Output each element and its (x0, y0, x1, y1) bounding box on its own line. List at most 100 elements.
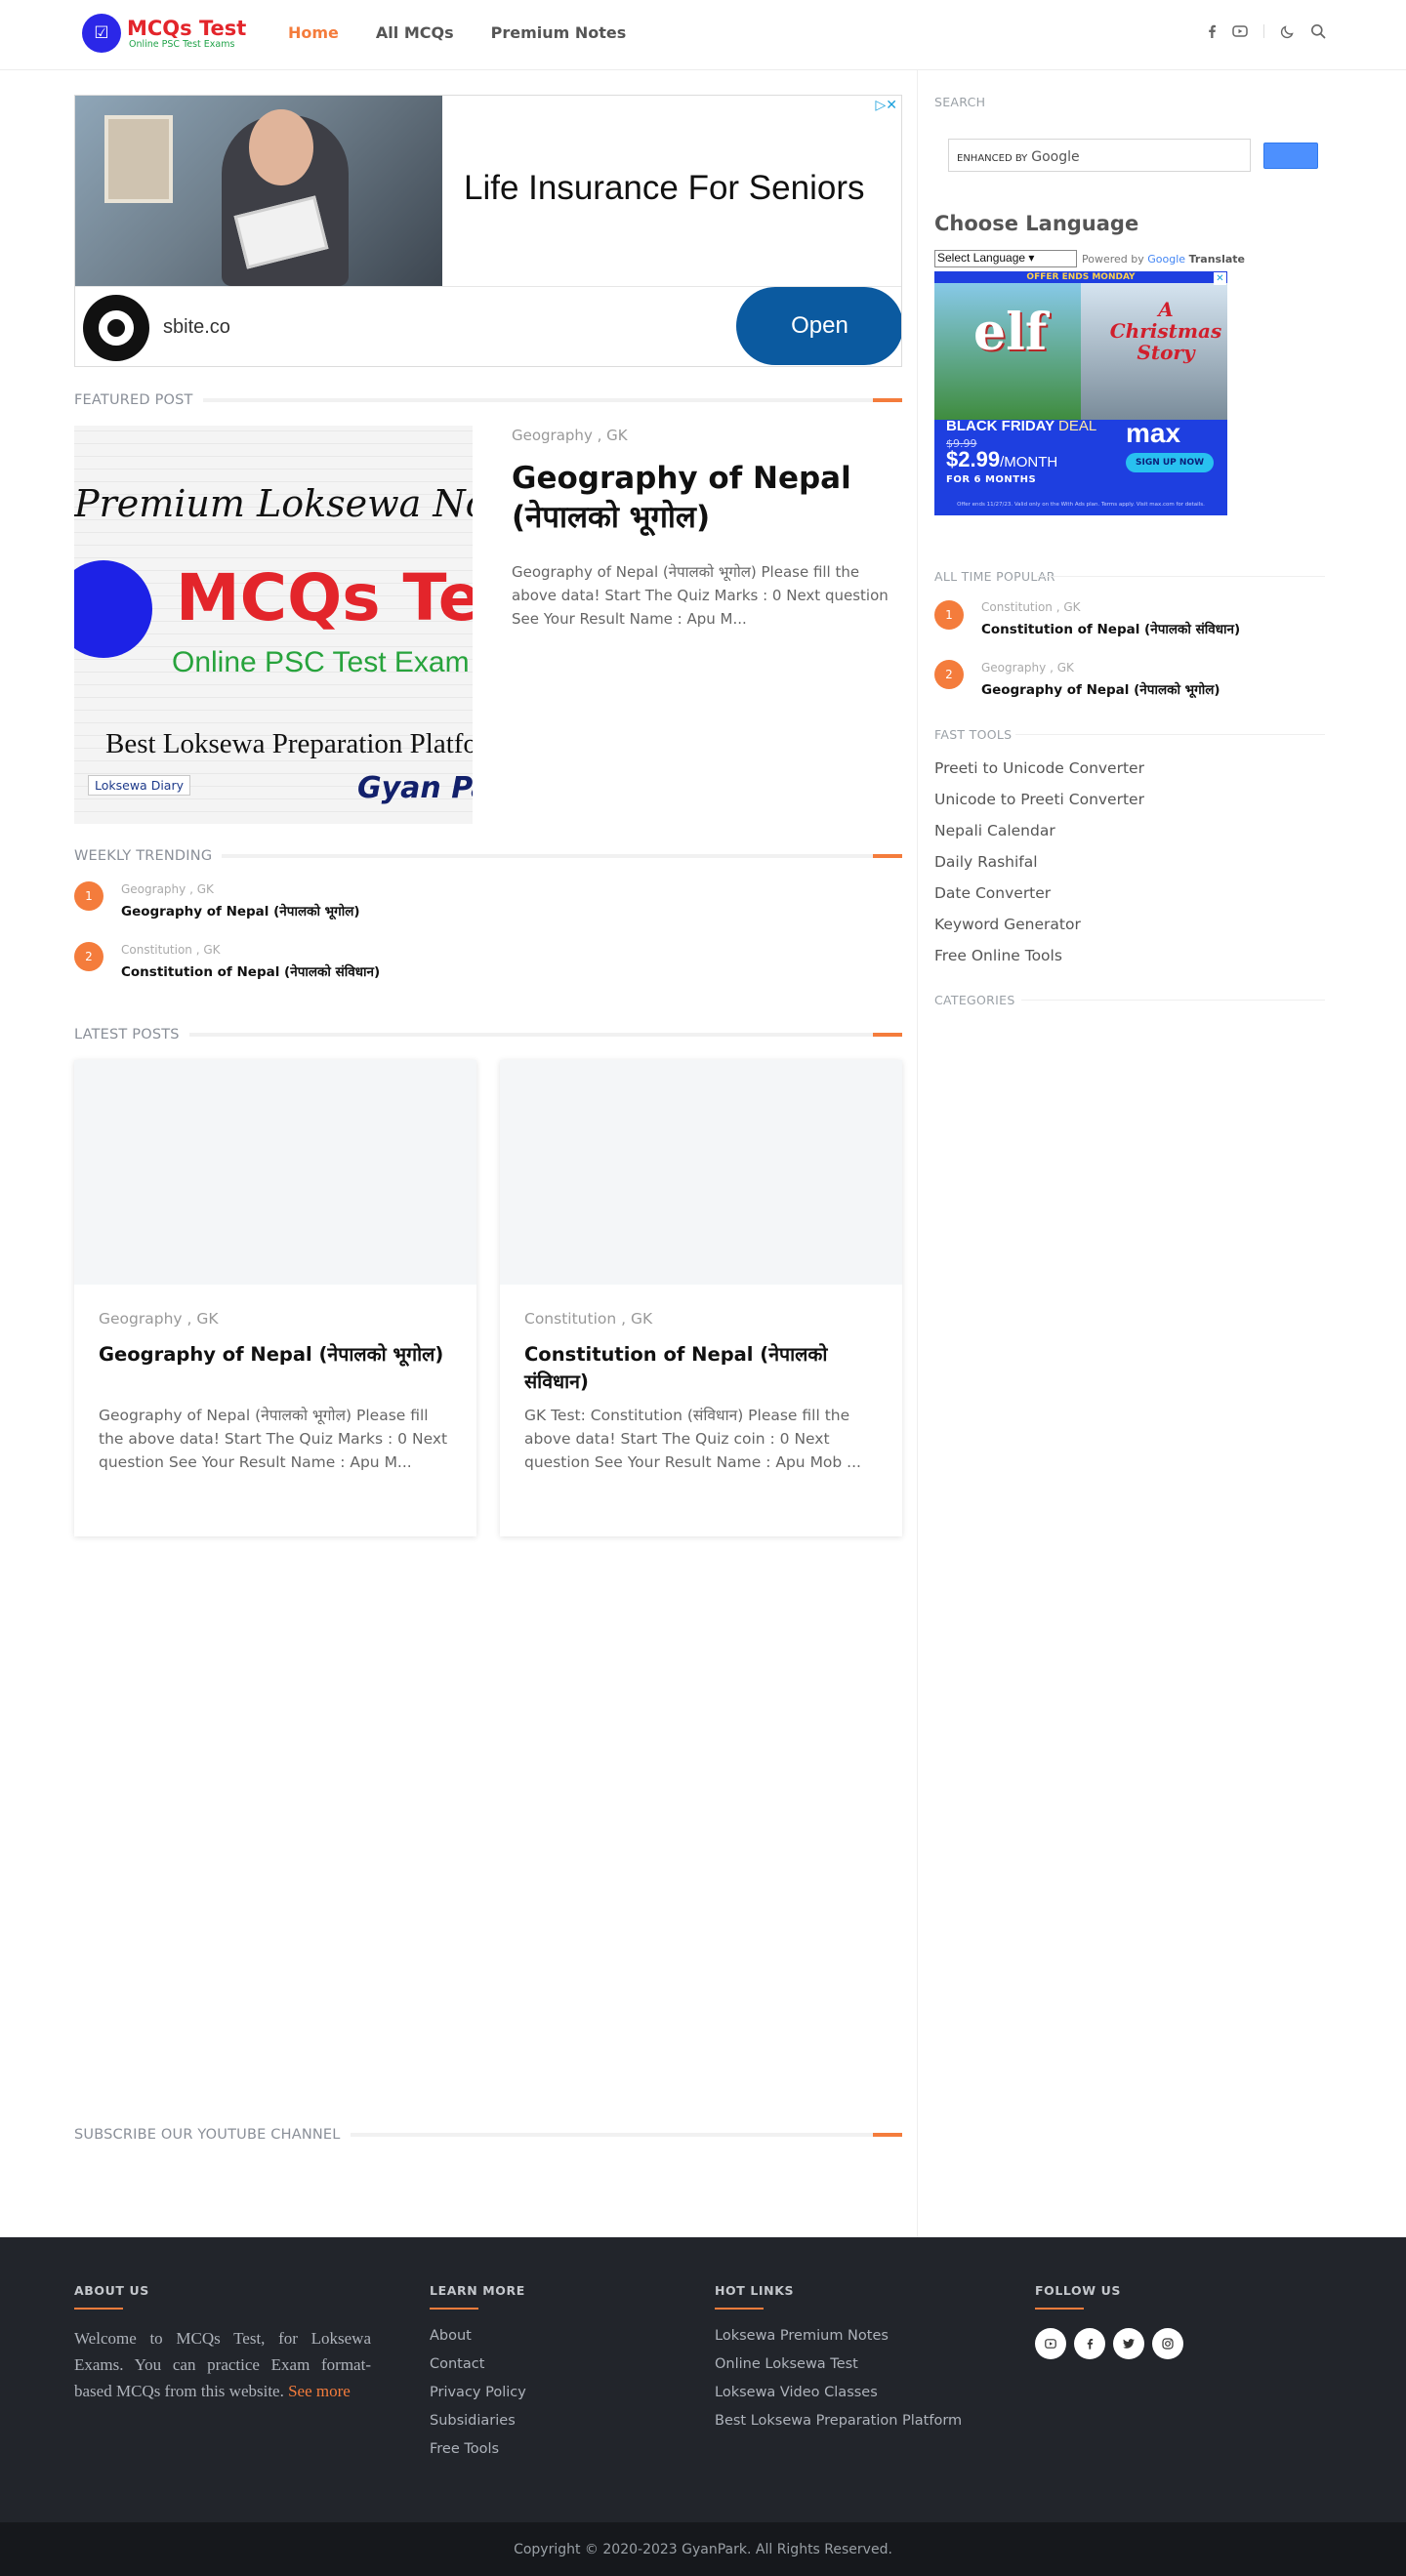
site-header: ☑ MCQs Test Online PSC Test Exams Home A… (0, 0, 1406, 70)
featured-image-right-brand: Gyan Park (357, 771, 473, 805)
instagram-icon[interactable] (1152, 2328, 1183, 2359)
trending-item-title[interactable]: Geography of Nepal (नेपालको भूगोल) (121, 902, 360, 920)
featured-image-top-line: Premium Loksewa Notes (74, 482, 473, 525)
side-ad-fine-print: Offer ends 11/27/23. Valid only on the W… (957, 502, 1205, 508)
footer-link-privacy[interactable]: Privacy Policy (430, 2385, 526, 2400)
facebook-icon[interactable] (1207, 24, 1217, 38)
nav-home[interactable]: Home (288, 23, 339, 42)
tool-link[interactable]: Date Converter (934, 884, 1051, 902)
logo-tagline: Online PSC Test Exams (129, 38, 235, 50)
footer-link-contact[interactable]: Contact (430, 2356, 484, 2372)
footer-follow-heading: FOLLOW US (1035, 2283, 1121, 2298)
popular-rule (1037, 576, 1325, 577)
copyright-text: Copyright © 2020-2023 GyanPark. All Righ… (514, 2542, 892, 2557)
featured-image-logo-icon (74, 560, 152, 658)
dark-mode-moon-icon[interactable] (1280, 24, 1295, 39)
powered-by-google-translate[interactable]: Powered by Google Translate (1082, 253, 1245, 266)
search-icon[interactable] (1310, 23, 1326, 39)
subscribe-youtube-heading: SUBSCRIBE OUR YOUTUBE CHANNEL (74, 2124, 902, 2146)
footer-learn-heading: LEARN MORE (430, 2283, 525, 2298)
fast-tools-label: FAST TOOLS (934, 727, 1013, 742)
post-card-title[interactable]: Geography of Nepal (नेपालको भूगोल) (99, 1341, 452, 1369)
post-card-category[interactable]: Constitution , GK (524, 1310, 652, 1328)
featured-image-logo-text: MCQs Test (176, 560, 473, 635)
nav-all-mcqs[interactable]: All MCQs (376, 23, 454, 42)
ad-choices-close-icon[interactable]: ▷✕ (876, 98, 898, 113)
post-card-thumbnail[interactable] (500, 1060, 902, 1285)
tool-link[interactable]: Nepali Calendar (934, 822, 1055, 839)
footer-link-free-tools[interactable]: Free Tools (430, 2441, 499, 2457)
popular-item-category[interactable]: Constitution , GK (981, 600, 1081, 614)
trending-item-category[interactable]: Geography , GK (121, 882, 214, 896)
featured-post-image[interactable]: Premium Loksewa Notes MCQs Test Online P… (74, 426, 473, 824)
footer-hot-link[interactable]: Loksewa Video Classes (715, 2385, 878, 2400)
ad-brand-name: sbite.co (163, 316, 230, 338)
post-card[interactable]: Constitution , GK Constitution of Nepal … (500, 1060, 902, 1536)
twitter-icon[interactable] (1113, 2328, 1144, 2359)
logo-title: MCQs Test (127, 16, 247, 40)
site-logo[interactable]: ☑ MCQs Test Online PSC Test Exams (82, 14, 246, 53)
featured-image-subtext: Online PSC Test Exam (172, 646, 470, 678)
logo-badge-icon: ☑ (82, 14, 121, 53)
fast-tools-rule (1015, 734, 1325, 735)
footer-hot-link[interactable]: Online Loksewa Test (715, 2356, 858, 2372)
popular-item-title[interactable]: Constitution of Nepal (नेपालको संविधान) (981, 620, 1240, 637)
popular-rank-badge: 2 (934, 660, 964, 689)
popular-rank-badge: 1 (934, 600, 964, 630)
footer-hot-link[interactable]: Best Loksewa Preparation Platform (715, 2413, 962, 2429)
side-ad-term: FOR 6 MONTHS (946, 474, 1037, 485)
post-card-category[interactable]: Geography , GK (99, 1310, 219, 1328)
facebook-icon[interactable] (1074, 2328, 1105, 2359)
post-card[interactable]: Geography , GK Geography of Nepal (नेपाल… (74, 1060, 476, 1536)
post-card-thumbnail[interactable] (74, 1060, 476, 1285)
popular-item-title[interactable]: Geography of Nepal (नेपालको भूगोल) (981, 680, 1220, 698)
tool-link[interactable]: Unicode to Preeti Converter (934, 791, 1144, 808)
tool-link[interactable]: Keyword Generator (934, 916, 1081, 933)
footer-about-heading: ABOUT US (74, 2283, 149, 2298)
tool-link[interactable]: Daily Rashifal (934, 853, 1038, 871)
ad-bottom-bar: sbite.co Open (75, 286, 901, 366)
featured-post-title[interactable]: Geography of Nepal (नेपालको भूगोल) (512, 459, 902, 537)
sidebar-advertisement[interactable]: OFFER ENDS MONDAY elf A Christmas Story … (934, 271, 1227, 515)
featured-image-left-brand: Loksewa Diary (88, 775, 190, 796)
footer-accent-bar (715, 2308, 764, 2310)
weekly-trending-heading: WEEKLY TRENDING (74, 845, 902, 867)
ad-headline: Life Insurance For Seniors (464, 169, 865, 207)
ad-photo (75, 96, 442, 286)
side-ad-close-icon[interactable]: ✕ (1214, 272, 1226, 285)
header-separator (1263, 24, 1264, 38)
youtube-icon[interactable] (1232, 25, 1248, 37)
youtube-icon[interactable] (1035, 2328, 1066, 2359)
tool-link[interactable]: Free Online Tools (934, 947, 1062, 964)
ad-brand-logo-icon (83, 295, 149, 361)
footer-accent-bar (1035, 2308, 1084, 2310)
footer-link-about[interactable]: About (430, 2328, 472, 2344)
top-advertisement[interactable]: Life Insurance For Seniors ▷✕ sbite.co O… (74, 95, 902, 367)
featured-post-category[interactable]: Geography , GK (512, 427, 628, 444)
footer-accent-bar (74, 2308, 123, 2310)
trending-item-title[interactable]: Constitution of Nepal (नेपालको संविधान) (121, 962, 380, 980)
header-icons (1207, 23, 1326, 39)
ad-open-button[interactable]: Open (736, 287, 901, 365)
tool-link[interactable]: Preeti to Unicode Converter (934, 759, 1144, 777)
nav-premium-notes[interactable]: Premium Notes (491, 23, 627, 42)
search-button[interactable] (1263, 143, 1318, 169)
post-card-title[interactable]: Constitution of Nepal (नेपालको संविधान) (524, 1341, 878, 1396)
trending-rank-badge: 2 (74, 942, 103, 971)
categories-rule (1021, 1000, 1325, 1001)
search-input[interactable]: ENHANCED BY Google (948, 139, 1251, 172)
choose-language-title: Choose Language (934, 212, 1139, 235)
trending-rank-badge: 1 (74, 881, 103, 911)
trending-item-category[interactable]: Constitution , GK (121, 943, 221, 957)
popular-item-category[interactable]: Geography , GK (981, 661, 1074, 675)
footer-hot-links-heading: HOT LINKS (715, 2283, 795, 2298)
side-ad-signup-button[interactable]: SIGN UP NOW (1126, 453, 1214, 472)
latest-posts-heading: LATEST POSTS (74, 1024, 902, 1045)
main-nav: Home All MCQs Premium Notes (288, 23, 626, 42)
footer-about-text: Welcome to MCQs Test, for Loksewa Exams.… (74, 2329, 371, 2400)
side-ad-price: $2.99/MONTH (946, 447, 1058, 471)
footer-link-subsidiaries[interactable]: Subsidiaries (430, 2413, 516, 2429)
footer-hot-link[interactable]: Loksewa Premium Notes (715, 2328, 889, 2344)
see-more-link[interactable]: See more (288, 2382, 351, 2400)
language-select[interactable]: Select Language ▾ (934, 250, 1077, 267)
